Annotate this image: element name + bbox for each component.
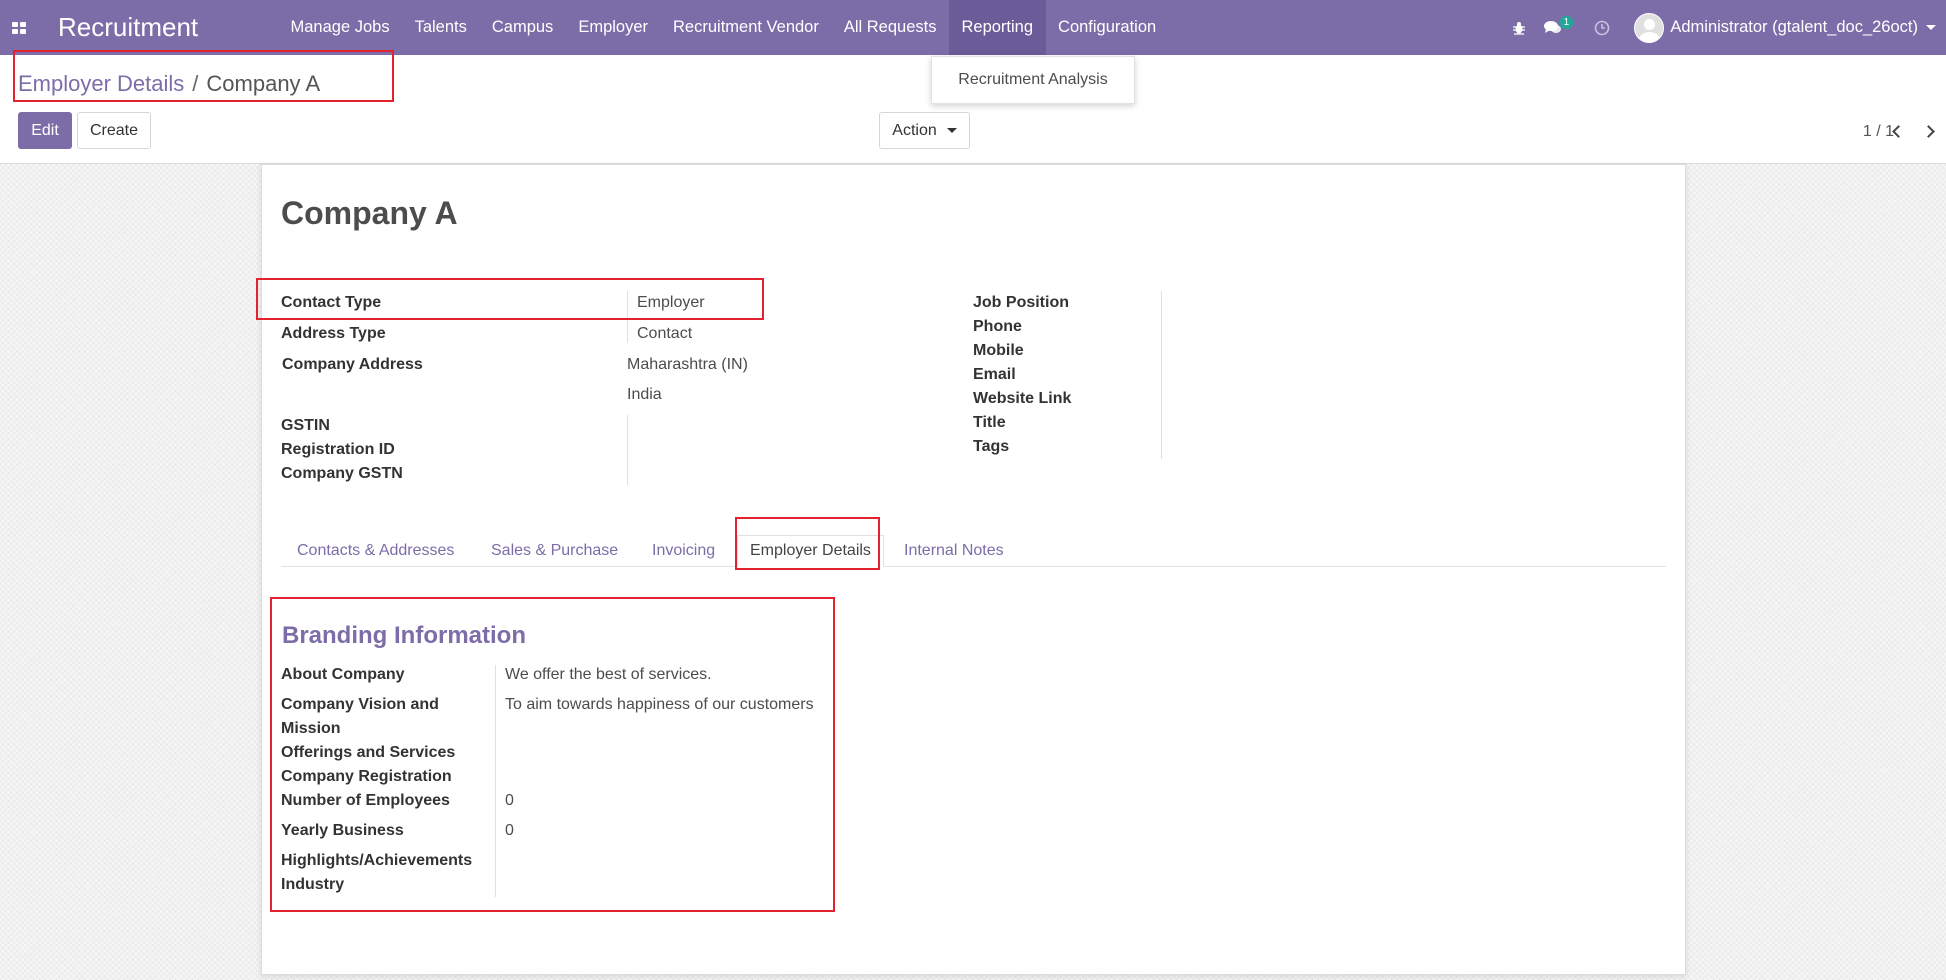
menu-campus[interactable]: Campus bbox=[479, 0, 565, 55]
offerings-services-label: Offerings and Services bbox=[281, 744, 456, 761]
number-employees-label: Number of Employees bbox=[281, 792, 450, 809]
industry-label: Industry bbox=[281, 876, 345, 893]
vision-mission-label-line1: Company Vision and bbox=[281, 696, 439, 713]
breadcrumb: Employer Details / Company A bbox=[18, 71, 320, 97]
gstin-label: GSTIN bbox=[281, 417, 330, 434]
address-type-value[interactable]: Contact bbox=[637, 325, 692, 343]
number-employees-value[interactable]: 0 bbox=[505, 792, 514, 810]
top-navbar: Recruitment Manage Jobs Talents Campus E… bbox=[0, 0, 1946, 55]
user-name: Administrator (gtalent_doc_26oct) bbox=[1670, 18, 1918, 36]
main-menu: Manage Jobs Talents Campus Employer Recr… bbox=[278, 0, 1169, 55]
company-gstn-label: Company GSTN bbox=[281, 465, 403, 482]
tags-label: Tags bbox=[973, 438, 1010, 455]
menu-recruitment-vendor[interactable]: Recruitment Vendor bbox=[661, 0, 832, 55]
branding-section-title: Branding Information bbox=[282, 622, 526, 649]
navbar-systray: 1 Administrator (gtalent_doc_26oct) bbox=[1502, 0, 1946, 55]
tab-sales-purchase[interactable]: Sales & Purchase bbox=[491, 535, 618, 566]
apps-menu-icon[interactable] bbox=[0, 0, 38, 55]
messages-count-badge: 1 bbox=[1559, 16, 1574, 29]
job-position-label: Job Position bbox=[973, 294, 1069, 311]
registration-id-label: Registration ID bbox=[281, 441, 395, 458]
vision-mission-value[interactable]: To aim towards happiness of our customer… bbox=[505, 696, 814, 714]
yearly-business-label: Yearly Business bbox=[281, 822, 404, 839]
app-name[interactable]: Recruitment bbox=[58, 12, 278, 43]
gstin-divider bbox=[627, 415, 628, 485]
vision-mission-label-line2: Mission bbox=[281, 720, 341, 737]
action-label: Action bbox=[892, 121, 937, 139]
address-type-label: Address Type bbox=[281, 325, 386, 342]
form-sheet: Company A Contact Type Employer Address … bbox=[261, 164, 1686, 975]
contact-type-label: Contact Type bbox=[281, 294, 382, 311]
breadcrumb-employer-details[interactable]: Employer Details bbox=[18, 71, 184, 97]
contact-type-value[interactable]: Employer bbox=[637, 294, 705, 312]
user-caret-icon bbox=[1926, 25, 1936, 30]
action-button[interactable]: Action bbox=[879, 112, 970, 149]
tab-contacts-addresses[interactable]: Contacts & Addresses bbox=[297, 535, 454, 566]
reporting-dropdown: Recruitment Analysis bbox=[931, 56, 1135, 104]
action-caret-icon bbox=[946, 128, 957, 133]
breadcrumb-separator: / bbox=[192, 71, 199, 96]
menu-manage-jobs[interactable]: Manage Jobs bbox=[278, 0, 402, 55]
address-country[interactable]: India bbox=[627, 386, 662, 404]
user-menu[interactable]: Administrator (gtalent_doc_26oct) bbox=[1624, 12, 1946, 43]
highlights-label: Highlights/Achievements bbox=[281, 852, 473, 869]
activity-clock-icon[interactable] bbox=[1580, 20, 1624, 36]
about-company-value[interactable]: We offer the best of services. bbox=[505, 666, 712, 684]
menu-employer[interactable]: Employer bbox=[566, 0, 661, 55]
title-label: Title bbox=[973, 414, 1006, 431]
create-button[interactable]: Create bbox=[77, 112, 151, 149]
company-registration-label: Company Registration bbox=[281, 768, 452, 785]
tab-employer-details[interactable]: Employer Details bbox=[737, 535, 884, 567]
tab-invoicing[interactable]: Invoicing bbox=[652, 535, 715, 566]
dropdown-item-recruitment-analysis[interactable]: Recruitment Analysis bbox=[958, 71, 1107, 89]
breadcrumb-current: Company A bbox=[206, 71, 321, 96]
menu-configuration[interactable]: Configuration bbox=[1046, 0, 1169, 55]
record-title: Company A bbox=[281, 195, 458, 231]
tab-internal-notes[interactable]: Internal Notes bbox=[904, 535, 1004, 566]
menu-all-requests[interactable]: All Requests bbox=[831, 0, 949, 55]
email-label: Email bbox=[973, 366, 1016, 383]
right-group-divider bbox=[1161, 291, 1162, 459]
pager-previous-icon[interactable] bbox=[1888, 119, 1908, 143]
user-avatar bbox=[1634, 12, 1665, 43]
pager-next-icon[interactable] bbox=[1918, 119, 1938, 143]
website-link-label: Website Link bbox=[973, 390, 1072, 407]
tabs-underline bbox=[281, 566, 1666, 567]
debug-bug-icon[interactable] bbox=[1502, 21, 1536, 35]
address-state-country[interactable]: Maharashtra (IN) bbox=[627, 356, 748, 374]
edit-button[interactable]: Edit bbox=[18, 112, 72, 149]
mobile-label: Mobile bbox=[973, 342, 1024, 359]
messages-chat-icon[interactable]: 1 bbox=[1536, 16, 1580, 35]
menu-reporting[interactable]: Reporting bbox=[948, 0, 1046, 55]
yearly-business-value[interactable]: 0 bbox=[505, 822, 514, 840]
company-address-label: Company Address bbox=[282, 356, 423, 373]
menu-talents[interactable]: Talents bbox=[402, 0, 479, 55]
branding-divider bbox=[495, 665, 496, 897]
phone-label: Phone bbox=[973, 318, 1022, 335]
address-type-divider bbox=[627, 291, 628, 343]
about-company-label: About Company bbox=[281, 666, 405, 683]
